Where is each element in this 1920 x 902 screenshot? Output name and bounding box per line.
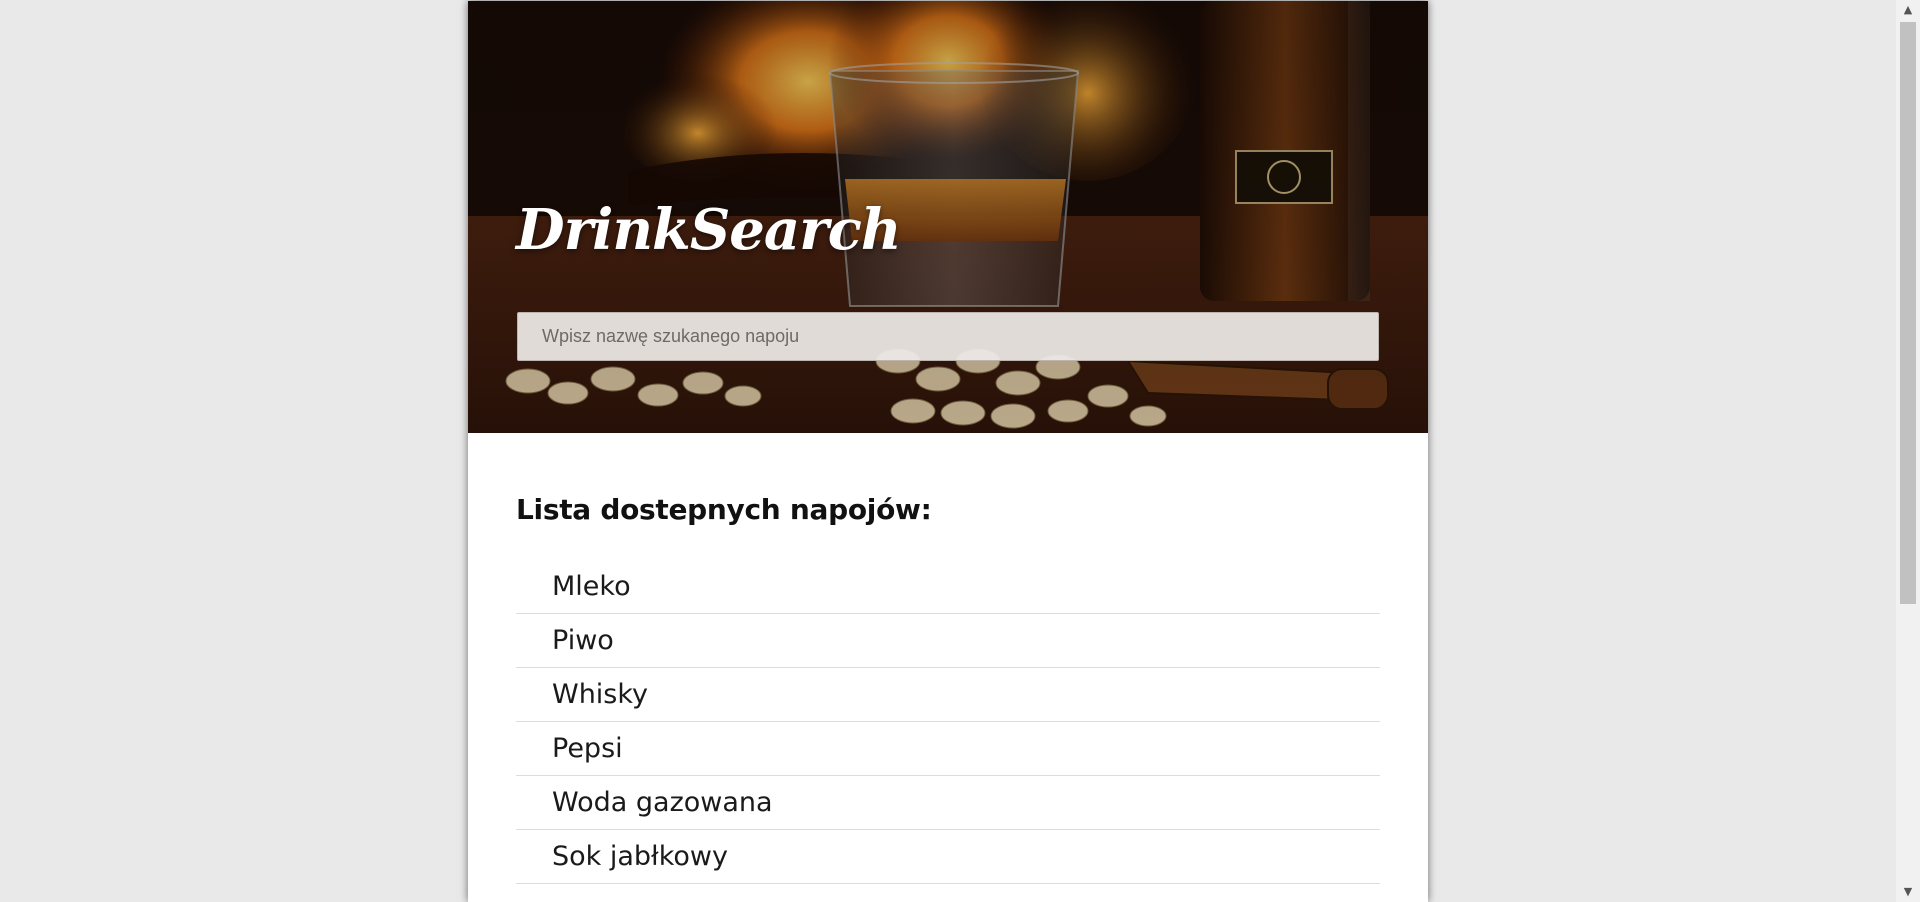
drink-list: Mleko Piwo Whisky Pepsi Woda gazowana So…: [516, 560, 1380, 884]
scroll-thumb[interactable]: [1900, 22, 1916, 604]
vertical-scrollbar[interactable]: ▲ ▼: [1896, 0, 1920, 902]
scroll-down-arrow-icon[interactable]: ▼: [1896, 882, 1920, 902]
list-title: Lista dostepnych napojów:: [516, 493, 932, 526]
scroll-up-arrow-icon[interactable]: ▲: [1896, 0, 1920, 20]
search-input[interactable]: [517, 312, 1379, 361]
list-item[interactable]: Mleko: [516, 560, 1380, 614]
app-logo[interactable]: DrinkSearch: [516, 197, 902, 263]
list-item[interactable]: Piwo: [516, 614, 1380, 668]
list-item[interactable]: Woda gazowana: [516, 776, 1380, 830]
page-card: DrinkSearch Lista dostepnych napojów: Ml…: [468, 1, 1428, 902]
list-item[interactable]: Whisky: [516, 668, 1380, 722]
list-item[interactable]: Pepsi: [516, 722, 1380, 776]
hero-banner: DrinkSearch: [468, 1, 1428, 433]
list-item[interactable]: Sok jabłkowy: [516, 830, 1380, 884]
drink-list-section: Lista dostepnych napojów: Mleko Piwo Whi…: [516, 433, 1380, 884]
